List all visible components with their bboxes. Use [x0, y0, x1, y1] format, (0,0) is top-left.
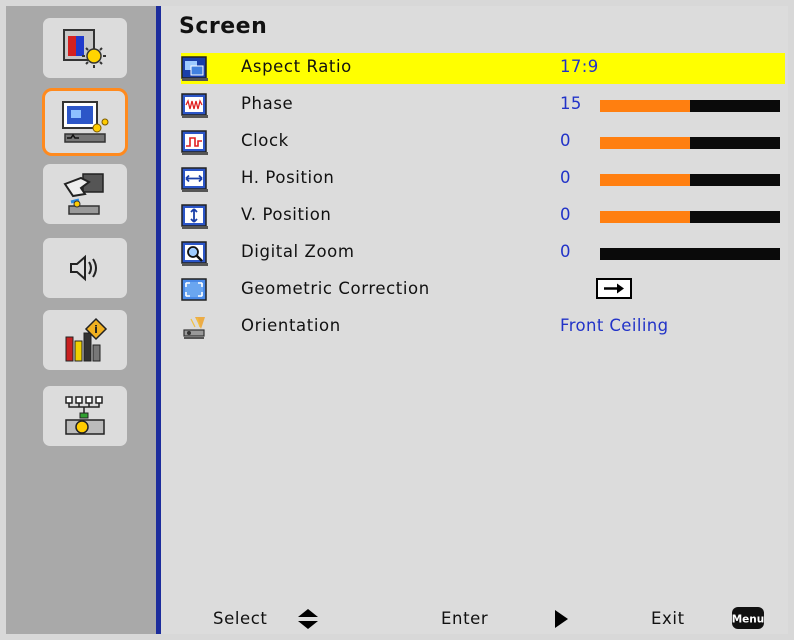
menu-item-phase[interactable]: Phase 15 — [181, 90, 785, 121]
image-settings-icon — [63, 29, 106, 68]
digital-zoom-slider[interactable] — [600, 248, 780, 260]
sidebar-item-options[interactable]: i — [43, 310, 127, 370]
clock-label: Clock — [241, 131, 289, 150]
exit-hint-label: Exit — [651, 609, 685, 628]
menu-item-digital-zoom[interactable]: Digital Zoom 0 — [181, 238, 785, 269]
menu-item-aspect-ratio[interactable]: Aspect Ratio 17:9 — [181, 53, 785, 84]
orientation-icon — [183, 317, 205, 339]
v-position-slider[interactable] — [600, 211, 780, 223]
geometric-correction-label: Geometric Correction — [241, 279, 430, 298]
svg-text:i: i — [94, 323, 98, 336]
aspect-ratio-value: 17:9 — [560, 57, 599, 76]
right-arrow-icon — [555, 610, 568, 628]
clock-value: 0 — [560, 131, 571, 150]
category-sidebar: i — [6, 6, 156, 634]
clock-icon — [181, 130, 208, 155]
phase-slider[interactable] — [600, 100, 780, 112]
geometric-correction-enter-button[interactable] — [596, 278, 632, 299]
h-position-slider[interactable] — [600, 174, 780, 186]
screen-menu-panel: Screen Aspect Ratio 17:9 Phase 15 Clock … — [161, 6, 788, 634]
digital-zoom-icon — [181, 241, 208, 266]
osd-menu-window: i Screen Aspect Ratio 17:9 Phase 15 Cloc… — [6, 6, 788, 634]
menu-key-icon: Menu — [732, 607, 765, 629]
sidebar-item-screen[interactable] — [42, 88, 128, 156]
phase-label: Phase — [241, 94, 294, 113]
phase-value: 15 — [560, 94, 582, 113]
aspect-ratio-icon — [181, 56, 208, 81]
digital-zoom-label: Digital Zoom — [241, 242, 355, 261]
h-position-value: 0 — [560, 168, 571, 187]
clock-slider[interactable] — [600, 137, 780, 149]
v-position-icon — [181, 204, 208, 229]
menu-item-h-position[interactable]: H. Position 0 — [181, 164, 785, 195]
select-hint-label: Select — [213, 609, 268, 628]
phase-icon — [181, 93, 208, 118]
sidebar-item-volume[interactable] — [43, 238, 127, 298]
phase-slider-fill — [600, 100, 690, 112]
orientation-label: Orientation — [241, 316, 341, 335]
geometric-correction-icon — [181, 278, 207, 301]
volume-icon — [70, 254, 97, 282]
screen-settings-icon — [62, 101, 109, 143]
v-position-label: V. Position — [241, 205, 332, 224]
arrow-right-icon — [604, 283, 624, 294]
options-info-icon: i — [65, 317, 108, 362]
svg-text:Menu: Menu — [732, 614, 765, 626]
key-hint-bar: Select Enter Exit Menu — [161, 604, 788, 634]
v-position-slider-fill — [600, 211, 690, 223]
h-position-slider-fill — [600, 174, 690, 186]
sidebar-item-image[interactable] — [43, 18, 127, 78]
menu-item-geometric-correction[interactable]: Geometric Correction — [181, 275, 785, 306]
orientation-value: Front Ceiling — [560, 316, 669, 335]
sidebar-item-setup[interactable] — [43, 164, 127, 224]
clock-slider-fill — [600, 137, 690, 149]
menu-item-clock[interactable]: Clock 0 — [181, 127, 785, 158]
up-down-arrows-icon — [298, 609, 318, 629]
digital-zoom-value: 0 — [560, 242, 571, 261]
menu-item-orientation[interactable]: Orientation Front Ceiling — [181, 312, 785, 343]
v-position-value: 0 — [560, 205, 571, 224]
menu-item-v-position[interactable]: V. Position 0 — [181, 201, 785, 232]
setup-hand-icon — [63, 173, 104, 215]
aspect-ratio-label: Aspect Ratio — [241, 57, 352, 76]
enter-hint-label: Enter — [441, 609, 489, 628]
network-projector-icon — [65, 396, 105, 435]
sidebar-item-network[interactable] — [43, 386, 127, 446]
page-title: Screen — [179, 14, 268, 39]
h-position-icon — [181, 167, 208, 192]
h-position-label: H. Position — [241, 168, 335, 187]
